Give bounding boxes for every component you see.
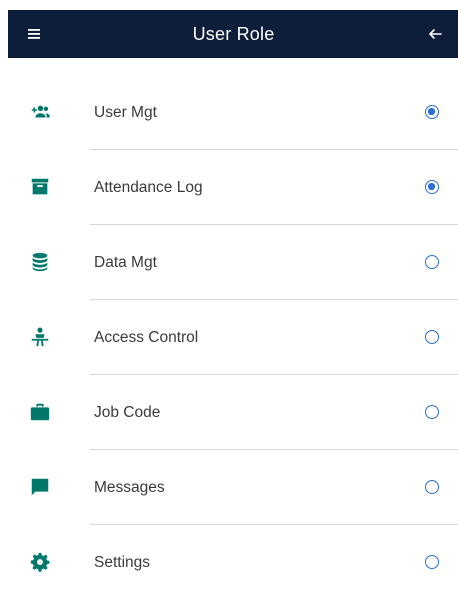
list-item-label: Job Code xyxy=(94,404,161,421)
archive-box-icon xyxy=(29,176,51,198)
person-pass-icon xyxy=(29,326,51,348)
list-item-messages[interactable]: Messages xyxy=(0,450,458,525)
list-item-access-control[interactable]: Access Control xyxy=(0,300,458,375)
gear-icon xyxy=(29,551,51,573)
radio-button[interactable] xyxy=(425,330,439,344)
radio-button[interactable] xyxy=(425,480,439,494)
arrow-back-icon[interactable] xyxy=(425,24,445,44)
list-item-label: User Mgt xyxy=(94,104,157,121)
database-icon xyxy=(29,251,51,273)
list-item-data-mgt[interactable]: Data Mgt xyxy=(0,225,458,300)
list-item-settings[interactable]: Settings xyxy=(0,525,458,600)
radio-button[interactable] xyxy=(425,255,439,269)
radio-button[interactable] xyxy=(425,405,439,419)
list-item-user-mgt[interactable]: User Mgt xyxy=(0,75,458,150)
role-permission-list: User Mgt Attendance Log Data Mgt Access … xyxy=(0,75,458,600)
list-item-label: Access Control xyxy=(94,329,199,346)
page-title: User Role xyxy=(192,24,275,44)
message-icon xyxy=(29,476,51,498)
list-item-label: Messages xyxy=(94,479,165,496)
radio-button[interactable] xyxy=(425,180,439,194)
radio-button[interactable] xyxy=(425,105,439,119)
app-bar: User Role xyxy=(8,10,458,58)
list-item-label: Settings xyxy=(94,554,151,571)
add-group-icon xyxy=(29,101,51,123)
radio-button[interactable] xyxy=(425,555,439,569)
briefcase-icon xyxy=(29,401,51,423)
list-item-attendance-log[interactable]: Attendance Log xyxy=(0,150,458,225)
list-item-label: Data Mgt xyxy=(94,254,157,271)
list-item-job-code[interactable]: Job Code xyxy=(0,375,458,450)
list-item-label: Attendance Log xyxy=(94,179,203,196)
